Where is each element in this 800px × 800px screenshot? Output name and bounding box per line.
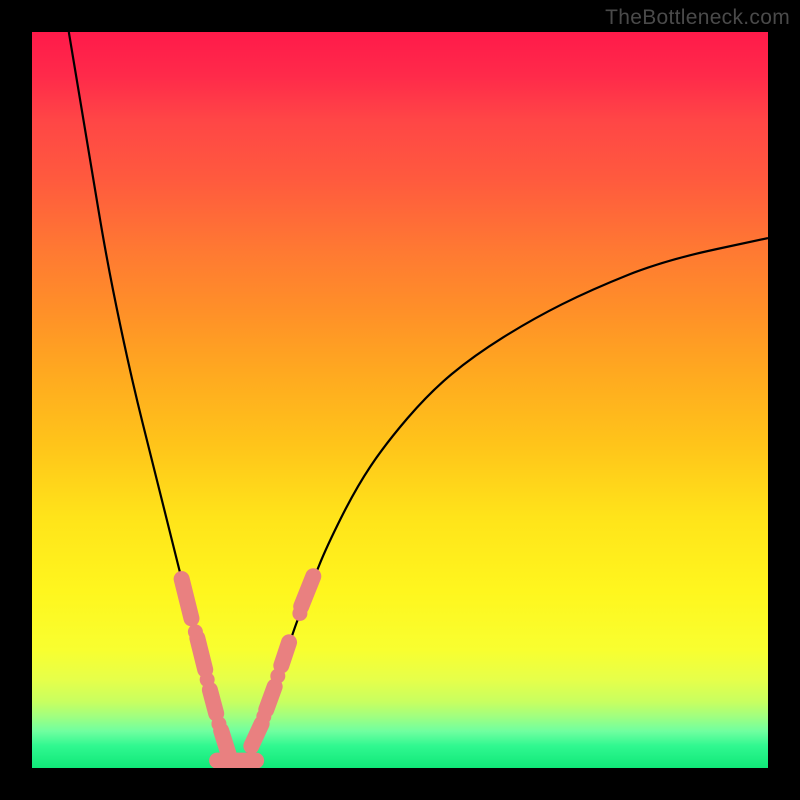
marker-pill bbox=[200, 680, 226, 723]
marker-pill bbox=[271, 632, 299, 675]
bottleneck-curve bbox=[69, 32, 768, 760]
watermark-text: TheBottleneck.com bbox=[605, 6, 790, 30]
marker-pill bbox=[172, 569, 201, 628]
plot-area bbox=[32, 32, 768, 768]
chart-svg bbox=[32, 32, 768, 768]
chart-container: TheBottleneck.com bbox=[0, 0, 800, 800]
marker-pill bbox=[188, 628, 215, 679]
marker-pill bbox=[291, 566, 324, 617]
marker-pill bbox=[209, 753, 264, 768]
